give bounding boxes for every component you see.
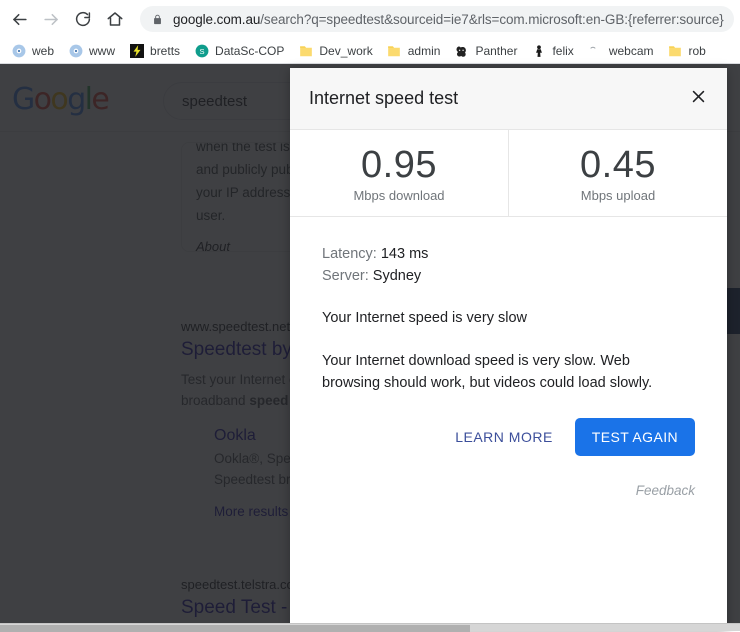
- url-path: /search?q=speedtest&sourceid=ie7&rls=com…: [260, 11, 724, 27]
- bookmark-panther[interactable]: Panther: [447, 40, 524, 62]
- download-label: Mbps download: [353, 188, 445, 203]
- bookmarks-bar: web www bretts S DataSc-COP Dev_work adm…: [0, 38, 740, 64]
- upload-metric: 0.45 Mbps upload: [508, 130, 727, 216]
- bookmark-rob[interactable]: rob: [661, 40, 713, 62]
- internet-speed-test-dialog: Internet speed test 0.95 Mbps download 0…: [290, 68, 727, 631]
- snippet-bold: speed: [249, 393, 289, 408]
- bookmark-label: bretts: [150, 44, 181, 58]
- url-host: google.com.au: [173, 11, 261, 27]
- folder-icon: [668, 44, 683, 59]
- bookmark-label: Dev_work: [319, 44, 373, 58]
- bookmark-label: webcam: [608, 44, 654, 58]
- folder-icon: [387, 44, 402, 59]
- folder-icon: [298, 44, 313, 59]
- bookmark-dev-work[interactable]: Dev_work: [291, 40, 379, 62]
- lightning-icon: [129, 44, 144, 59]
- snippet-part: broadband: [181, 393, 250, 408]
- bookmark-www[interactable]: www: [61, 40, 122, 62]
- address-bar[interactable]: google.com.au/search?q=speedtest&sourcei…: [140, 6, 734, 32]
- home-button[interactable]: [100, 4, 130, 34]
- address-bar-url: google.com.au/search?q=speedtest&sourcei…: [173, 12, 724, 27]
- bookmark-datasc-cop[interactable]: S DataSc-COP: [187, 40, 291, 62]
- bookmark-felix[interactable]: felix: [524, 40, 580, 62]
- close-button[interactable]: [683, 84, 713, 114]
- latency-key: Latency:: [322, 246, 377, 262]
- bookmark-label: rob: [688, 44, 706, 58]
- browser-toolbar: google.com.au/search?q=speedtest&sourcei…: [0, 0, 740, 38]
- felix-icon: [531, 44, 546, 59]
- back-button[interactable]: [4, 4, 34, 34]
- verdict-text: Your Internet speed is very slow: [322, 310, 527, 326]
- server-key: Server:: [322, 268, 369, 284]
- download-value: 0.95: [361, 144, 437, 186]
- sharepoint-icon: S: [194, 44, 209, 59]
- bookmark-label: www: [89, 44, 116, 58]
- server-value: Sydney: [372, 268, 422, 284]
- reload-icon: [74, 10, 92, 28]
- learn-more-button[interactable]: LEARN MORE: [441, 419, 567, 455]
- search-input-value: speedtest: [182, 92, 248, 110]
- upload-label: Mbps upload: [580, 188, 656, 203]
- bookmark-label: web: [32, 44, 55, 58]
- svg-text:S: S: [199, 47, 204, 56]
- test-again-button[interactable]: TEST AGAIN: [574, 418, 695, 456]
- latency-row: Latency: 143 ms: [322, 243, 695, 265]
- dialog-body: Latency: 143 ms Server: Sydney Your Inte…: [290, 217, 727, 394]
- dialog-title: Internet speed test: [309, 88, 459, 108]
- speed-metrics: 0.95 Mbps download 0.45 Mbps upload: [290, 129, 727, 217]
- blank-icon: [588, 44, 603, 59]
- arrow-right-icon: [42, 10, 61, 29]
- server-row: Server: Sydney: [322, 265, 695, 287]
- horizontal-scrollbar[interactable]: [0, 623, 740, 632]
- globe-icon: [68, 44, 83, 59]
- panther-icon: [454, 44, 469, 59]
- bookmark-label: DataSc-COP: [215, 44, 285, 58]
- dialog-actions: LEARN MORE TEST AGAIN: [290, 394, 727, 456]
- latency-value: 143 ms: [380, 246, 429, 262]
- download-metric: 0.95 Mbps download: [290, 130, 508, 216]
- logo-letter: G: [12, 82, 35, 117]
- feedback-link[interactable]: Feedback: [636, 483, 695, 498]
- explanation-text: Your Internet download speed is very slo…: [322, 353, 653, 391]
- bookmark-label: Panther: [475, 44, 518, 58]
- bookmark-bretts[interactable]: bretts: [122, 40, 187, 62]
- bookmark-label: admin: [407, 44, 441, 58]
- logo-letter: o: [33, 82, 52, 117]
- dialog-header: Internet speed test: [290, 68, 727, 129]
- bookmark-webcam[interactable]: webcam: [581, 40, 661, 62]
- forward-button[interactable]: [36, 4, 66, 34]
- arrow-left-icon: [10, 10, 29, 29]
- bookmark-admin[interactable]: admin: [380, 40, 448, 62]
- close-icon: [690, 88, 707, 110]
- browser-chrome: google.com.au/search?q=speedtest&sourcei…: [0, 0, 740, 64]
- logo-letter: g: [67, 82, 86, 117]
- logo-letter: e: [91, 82, 109, 117]
- google-logo[interactable]: Google: [12, 82, 110, 117]
- lock-icon: [152, 13, 163, 26]
- bookmark-label: felix: [552, 44, 574, 58]
- logo-letter: o: [50, 82, 68, 117]
- upload-value: 0.45: [580, 144, 656, 186]
- bookmark-web[interactable]: web: [4, 40, 61, 62]
- reload-button[interactable]: [68, 4, 98, 34]
- feedback-row: Feedback: [290, 456, 727, 498]
- home-icon: [106, 10, 124, 28]
- globe-icon: [11, 44, 26, 59]
